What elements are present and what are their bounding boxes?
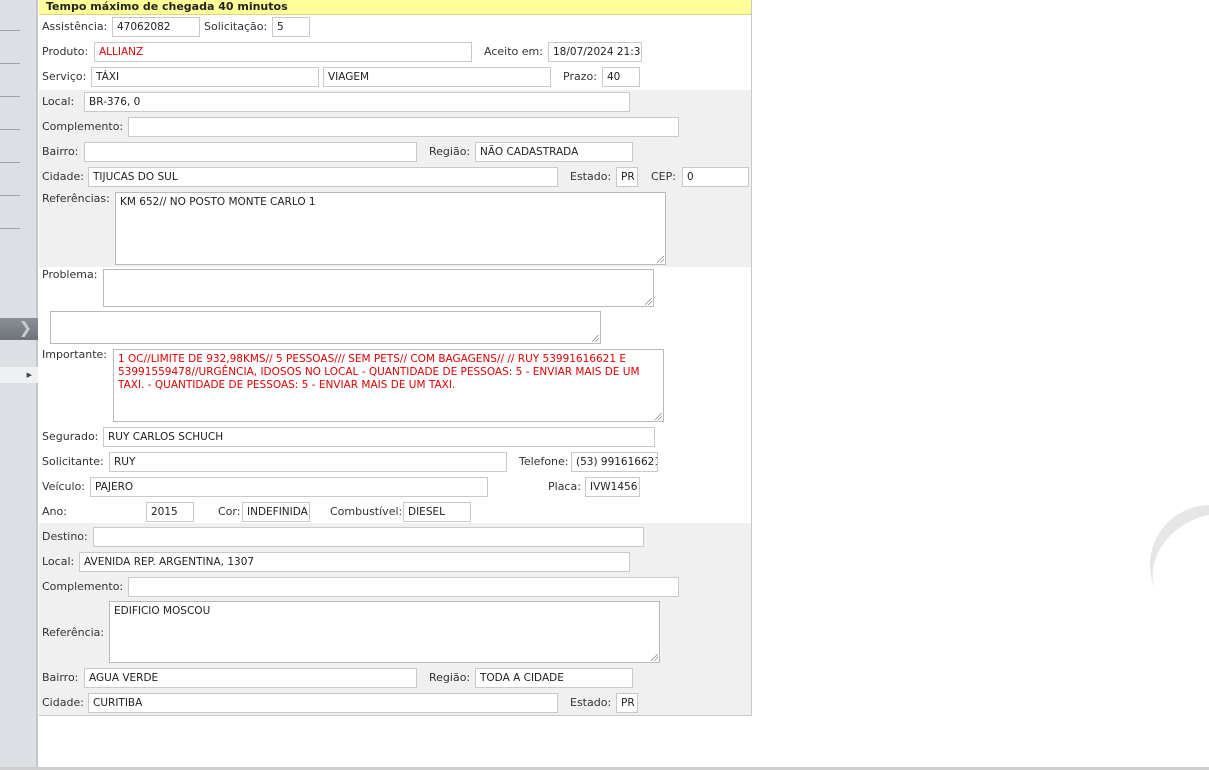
destino-label: Destino:: [42, 530, 88, 543]
destino-referencia-textarea[interactable]: EDIFICIO MOSCOU: [109, 601, 660, 663]
caret-right-icon: ▶: [26, 371, 32, 379]
destino-complemento-label: Complemento:: [42, 580, 124, 593]
bairro-field[interactable]: [84, 142, 417, 162]
destino-cidade-label: Cidade:: [42, 696, 84, 709]
cor-field[interactable]: INDEFINIDA: [242, 502, 310, 522]
destino-bairro-label: Bairro:: [42, 671, 79, 684]
servico-label: Serviço:: [42, 70, 87, 83]
cidade-label: Cidade:: [42, 170, 84, 183]
sidebar-divider: [0, 129, 20, 130]
solicitante-label: Solicitante:: [42, 455, 104, 468]
sidebar: ❯ ▶: [0, 0, 38, 770]
destino-complemento-field[interactable]: [128, 577, 679, 597]
solicitacao-label: Solicitação:: [204, 20, 268, 33]
segurado-field[interactable]: RUY CARLOS SCHUCH: [103, 427, 655, 447]
sidebar-divider: [0, 63, 20, 64]
servico-type-field[interactable]: VIAGEM: [323, 67, 551, 87]
destino-estado-field[interactable]: PR: [616, 693, 638, 713]
solicitante-field[interactable]: RUY: [109, 452, 507, 472]
estado-label: Estado:: [570, 170, 612, 183]
regiao-label: Região:: [429, 145, 471, 158]
complemento-field[interactable]: [128, 117, 679, 137]
sidebar-row[interactable]: ▶: [0, 367, 38, 383]
deadline-banner: Tempo máximo de chegada 40 minutos: [39, 0, 751, 15]
combustivel-field[interactable]: DIESEL: [403, 502, 471, 522]
bairro-label: Bairro:: [42, 145, 79, 158]
sidebar-divider: [0, 30, 20, 31]
prazo-field[interactable]: 40: [602, 67, 640, 87]
produto-field[interactable]: ALLIANZ: [94, 42, 472, 62]
aceito-em-label: Aceito em:: [484, 45, 543, 58]
importante-label: Importante:: [42, 348, 108, 361]
destino-regiao-label: Região:: [429, 671, 471, 684]
destino-cidade-field[interactable]: CURITIBA: [88, 693, 558, 713]
placa-label: Placa:: [548, 480, 581, 493]
cep-field[interactable]: 0: [682, 167, 749, 187]
sidebar-expand-button[interactable]: ❯: [0, 318, 38, 340]
veiculo-label: Veículo:: [42, 480, 86, 493]
problema-textarea[interactable]: [103, 269, 654, 307]
importante-textarea[interactable]: 1 OC//LIMITE DE 932,98KMS// 5 PESSOAS///…: [113, 349, 664, 422]
destino-local-field[interactable]: AVENIDA REP. ARGENTINA, 1307: [79, 552, 630, 572]
estado-field[interactable]: PR: [616, 167, 638, 187]
ano-label: Ano:: [42, 505, 67, 518]
sidebar-divider: [0, 195, 20, 196]
destino-regiao-field[interactable]: TODA A CIDADE: [475, 668, 633, 688]
referencias-label: Referências:: [42, 192, 110, 205]
regiao-field[interactable]: NÃO CADASTRADA: [475, 142, 633, 162]
servico-field[interactable]: TÁXI: [91, 67, 319, 87]
deadline-text: Tempo máximo de chegada 40 minutos: [46, 0, 288, 13]
produto-label: Produto:: [42, 45, 89, 58]
destino-estado-label: Estado:: [570, 696, 612, 709]
sidebar-divider: [0, 162, 20, 163]
chevron-right-icon: ❯: [18, 318, 32, 337]
prazo-label: Prazo:: [563, 70, 597, 83]
assistencia-field[interactable]: 47062082: [112, 17, 200, 37]
cor-label: Cor:: [218, 505, 241, 518]
local-label: Local:: [42, 95, 75, 108]
segurado-label: Segurado:: [42, 430, 99, 443]
veiculo-field[interactable]: PAJERO: [90, 477, 488, 497]
complemento-label: Complemento:: [42, 120, 124, 133]
assistencia-label: Assistência:: [42, 20, 108, 33]
destino-local-label: Local:: [42, 555, 75, 568]
destino-referencia-label: Referência:: [42, 626, 105, 639]
aceito-em-field[interactable]: 18/07/2024 21:34: [548, 42, 642, 62]
telefone-field[interactable]: (53) 991616621: [571, 452, 658, 472]
sidebar-divider: [0, 96, 20, 97]
decorative-arc: [1128, 483, 1209, 647]
telefone-label: Telefone:: [519, 455, 569, 468]
ano-field[interactable]: 2015: [146, 502, 194, 522]
sidebar-divider: [0, 228, 20, 229]
extra-textarea[interactable]: [50, 311, 601, 344]
referencias-textarea[interactable]: KM 652// NO POSTO MONTE CARLO 1: [115, 192, 666, 265]
destino-field[interactable]: [93, 527, 644, 547]
placa-field[interactable]: IVW1456: [585, 477, 640, 497]
solicitacao-field[interactable]: 5: [272, 17, 310, 37]
local-field[interactable]: BR-376, 0: [84, 92, 630, 112]
service-form-panel: Tempo máximo de chegada 40 minutos Assis…: [39, 0, 752, 716]
cep-label: CEP:: [651, 170, 676, 183]
problema-label: Problema:: [42, 268, 98, 281]
combustivel-label: Combustível:: [330, 505, 403, 518]
cidade-field[interactable]: TIJUCAS DO SUL: [88, 167, 558, 187]
destino-bairro-field[interactable]: AGUA VERDE: [84, 668, 417, 688]
